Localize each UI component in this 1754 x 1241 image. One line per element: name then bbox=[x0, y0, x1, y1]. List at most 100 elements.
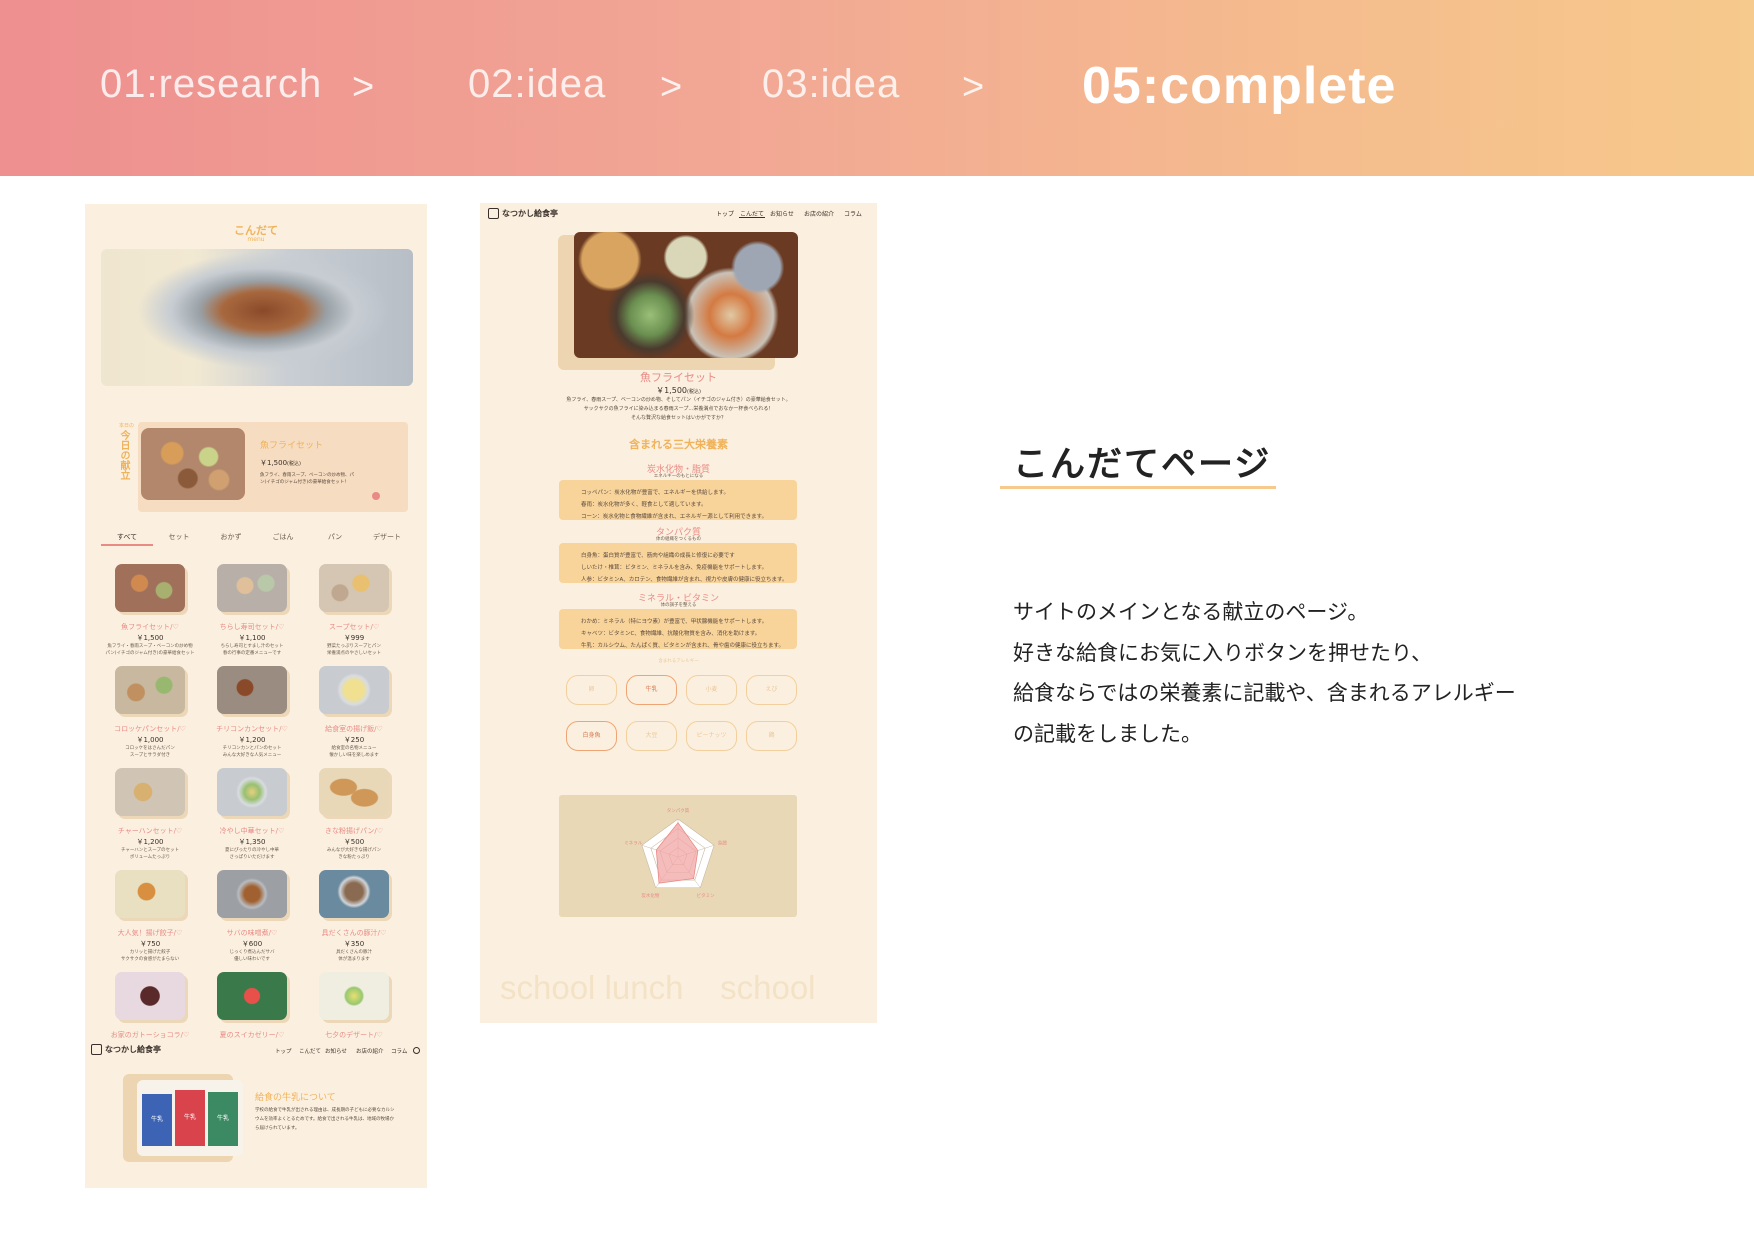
allergen-button[interactable]: 大豆 bbox=[626, 721, 677, 751]
menu-icon[interactable] bbox=[413, 1047, 420, 1054]
today-label: 今日の献立 bbox=[118, 430, 129, 480]
menu-item-desc: コロッケをはさんだパン スープとサラダ付き bbox=[125, 746, 175, 758]
menu-item-photo bbox=[319, 666, 389, 714]
menu-item-name: 冷やし中華セット/♡ bbox=[219, 827, 285, 835]
menu-item-price: ￥999 bbox=[343, 634, 365, 642]
chevron-right-icon: > bbox=[352, 66, 375, 108]
allergen-button[interactable]: 卵 bbox=[566, 675, 617, 705]
tab-5[interactable]: デザート bbox=[361, 532, 413, 542]
nutrient-line: 牛乳：カルシウム、たんぱく質、ビタミンが含まれ、骨や歯の健康に役立ちます。 bbox=[581, 643, 785, 649]
menu-item-card[interactable]: 具だくさんの豚汁/♡ ￥350 具だくさんの豚汁 体が温まります bbox=[306, 870, 402, 963]
menu-item-card[interactable]: 魚フライセット/♡ ￥1,500 魚フライ・春雨スープ・ベーコンの炒め物 パン(イチ… bbox=[102, 564, 198, 657]
menu-item-card[interactable]: 七夕のデザート/♡ bbox=[306, 972, 402, 1040]
menu-item-price: ￥1,350 bbox=[238, 838, 266, 846]
menu-item-photo bbox=[217, 972, 287, 1020]
menu-item-card[interactable]: きな粉揚げパン/♡ ￥500 みんなが大好きな揚げパン きな粉たっぷり bbox=[306, 768, 402, 861]
allergen-button[interactable]: 白身魚 bbox=[566, 721, 617, 751]
allergen-button[interactable]: ピーナッツ bbox=[686, 721, 737, 751]
menu-item-desc: じっくり煮込んだサバ 優しい味わいです bbox=[229, 950, 275, 962]
menu-item-price: ￥1,200 bbox=[136, 838, 164, 846]
footer-nav-item[interactable]: コラム bbox=[391, 1047, 407, 1055]
menu-item-card[interactable]: 大人気！揚げ餃子/♡ ￥750 カリッと揚げた餃子 サクサクの食感がたまらない bbox=[102, 870, 198, 963]
menu-item-desc: 野菜たっぷりスープとパン 栄養満点のやさしいセット bbox=[327, 644, 381, 656]
hero-photo bbox=[101, 249, 413, 386]
menu-item-card[interactable]: 給食室の揚げ飯/♡ ￥250 給食室の名物メニュー 懐かしい味を楽しめます bbox=[306, 666, 402, 759]
step-idea-1[interactable]: 02:idea bbox=[468, 62, 606, 107]
menu-item-card[interactable]: サバの味噌煮/♡ ￥600 じっくり煮込んだサバ 優しい味わいです bbox=[204, 870, 300, 963]
nutrient-line: コッペパン：炭水化物が豊富で、エネルギーを供給します。 bbox=[581, 490, 730, 496]
radar-label: 炭水化物 bbox=[641, 892, 659, 899]
step-idea-2[interactable]: 03:idea bbox=[762, 62, 900, 107]
step-research[interactable]: 01:research bbox=[100, 62, 322, 107]
nav-item-0[interactable]: トップ bbox=[716, 209, 734, 218]
menu-item-photo bbox=[319, 564, 389, 612]
menu-item-price: ￥1,200 bbox=[238, 736, 266, 744]
menu-item-name: お家のガトーショコラ/♡ bbox=[110, 1031, 190, 1039]
tab-0[interactable]: すべて bbox=[101, 532, 153, 542]
menu-item-card[interactable]: ちらし寿司セット/♡ ￥1,100 ちらし寿司とすまし汁のセット 春の行事の定番メニ… bbox=[204, 564, 300, 657]
nav-item-1[interactable]: こんだて bbox=[740, 209, 764, 218]
milk-text: 学校の給食で牛乳が出される理由は、成長期の子どもに必要なカルシウムを効率よくとる… bbox=[255, 1108, 395, 1131]
nav-item-2[interactable]: お知らせ bbox=[770, 209, 794, 218]
dish-price: ￥1,500 bbox=[656, 386, 687, 395]
radar-label: タンパク質 bbox=[667, 807, 690, 814]
nutrient-line: キャベツ：ビタミンC、食物繊維、抗酸化物質を含み、消化を助けます。 bbox=[581, 631, 761, 637]
menu-item-desc: チャーハンとスープのセット ボリュームたっぷり bbox=[120, 848, 180, 860]
chevron-right-icon: > bbox=[660, 66, 683, 108]
featured-tax: (税込) bbox=[287, 461, 301, 467]
nav-item-3[interactable]: お店の紹介 bbox=[804, 209, 834, 218]
nav-item-4[interactable]: コラム bbox=[844, 209, 862, 218]
description-line: の記載をしました。 bbox=[1013, 721, 1202, 746]
nutrition-title: 含まれる三大栄養素 bbox=[629, 438, 728, 451]
footer-nav-item[interactable]: お店の紹介 bbox=[356, 1047, 384, 1055]
featured-photo bbox=[141, 428, 245, 500]
step-complete[interactable]: 05:complete bbox=[1082, 56, 1396, 116]
menu-item-desc: ちらし寿司とすまし汁のセット 春の行事の定番メニューです bbox=[220, 644, 284, 656]
menu-item-card[interactable]: チリコンカンセット/♡ ￥1,200 チリコンカンとパンのセット みんな大好きな人気… bbox=[204, 666, 300, 759]
milk-carton: 牛乳 bbox=[175, 1090, 205, 1146]
nutrient-subtitle: 体の組織をつくるもの bbox=[656, 537, 701, 542]
menu-item-photo bbox=[319, 768, 389, 816]
menu-item-card[interactable]: チャーハンセット/♡ ￥1,200 チャーハンとスープのセット ボリュームたっぷり bbox=[102, 768, 198, 861]
footer-logo[interactable]: なつかし給食亭 bbox=[91, 1044, 161, 1055]
menu-item-desc: 具だくさんの豚汁 体が温まります bbox=[336, 950, 372, 962]
tab-2[interactable]: おかず bbox=[205, 532, 257, 542]
menu-item-price: ￥250 bbox=[343, 736, 365, 744]
nutrient-line: コーン：炭水化物と食物繊維が含まれ、エネルギー源として利用できます。 bbox=[581, 514, 768, 520]
tab-4[interactable]: パン bbox=[309, 532, 361, 542]
menu-item-desc: カリッと揚げた餃子 サクサクの食感がたまらない bbox=[120, 950, 180, 962]
menu-item-name: チャーハンセット/♡ bbox=[117, 827, 183, 835]
today-small-label: 本日の bbox=[119, 423, 135, 429]
footer-nav-item[interactable]: トップ bbox=[275, 1047, 292, 1055]
nutrient-line: 白身魚：蛋白質が豊富で、筋肉や組織の成長と修復に必要です bbox=[581, 553, 735, 559]
more-dot-icon[interactable] bbox=[372, 492, 380, 500]
tab-3[interactable]: ごはん bbox=[257, 532, 309, 542]
menu-item-card[interactable]: 冷やし中華セット/♡ ￥1,350 夏にぴったりの冷やし中華 さっぱりいただけます bbox=[204, 768, 300, 861]
allergen-button[interactable]: えび bbox=[746, 675, 797, 705]
menu-item-name: 給食室の揚げ飯/♡ bbox=[325, 725, 383, 733]
allergen-button[interactable]: 鶏 bbox=[746, 721, 797, 751]
menu-item-card[interactable]: 夏のスイカゼリー/♡ bbox=[204, 972, 300, 1040]
menu-item-card[interactable]: スープセット/♡ ￥999 野菜たっぷりスープとパン 栄養満点のやさしいセット bbox=[306, 564, 402, 657]
menu-item-name: 夏のスイカゼリー/♡ bbox=[219, 1031, 285, 1039]
chevron-right-icon: > bbox=[962, 66, 985, 108]
nutrition-radar-panel: タンパク質 脂質 ビタミン 炭水化物 ミネラル bbox=[559, 795, 797, 917]
footer-nav-item[interactable]: お知らせ bbox=[325, 1047, 347, 1055]
dish-name: 魚フライセット bbox=[640, 371, 717, 384]
site-logo[interactable]: なつかし給食亭 bbox=[488, 208, 558, 219]
menu-item-card[interactable]: コロッケパンセット/♡ ￥1,000 コロッケをはさんだパン スープとサラダ付き bbox=[102, 666, 198, 759]
menu-item-desc: チリコンカンとパンのセット みんな大好きな人気メニュー bbox=[222, 746, 282, 758]
page-subtitle: menu bbox=[247, 236, 265, 243]
school-icon bbox=[488, 208, 499, 219]
today-card[interactable]: 魚フライセット ￥1,500(税込) 魚フライ、春雨スープ、ベーコンの炒め物、パ… bbox=[138, 422, 408, 512]
footer-nav-item[interactable]: こんだて bbox=[299, 1047, 321, 1055]
tab-1[interactable]: セット bbox=[153, 532, 205, 542]
title-underline bbox=[1000, 486, 1276, 489]
allergen-button[interactable]: 牛乳 bbox=[626, 675, 677, 705]
tab-active-underline bbox=[101, 544, 153, 546]
dish-desc: 魚フライ、春雨スープ、ベーコンの炒め物、そしてパン（イチゴのジャム付き）の豪華給… bbox=[566, 397, 791, 421]
allergen-button[interactable]: 小麦 bbox=[686, 675, 737, 705]
menu-item-card[interactable]: お家のガトーショコラ/♡ bbox=[102, 972, 198, 1040]
menu-item-price: ￥500 bbox=[343, 838, 365, 846]
nutrient-box: 白身魚：蛋白質が豊富で、筋肉や組織の成長と修復に必要です しいたけ・椎茸：ビタミン… bbox=[559, 543, 797, 583]
